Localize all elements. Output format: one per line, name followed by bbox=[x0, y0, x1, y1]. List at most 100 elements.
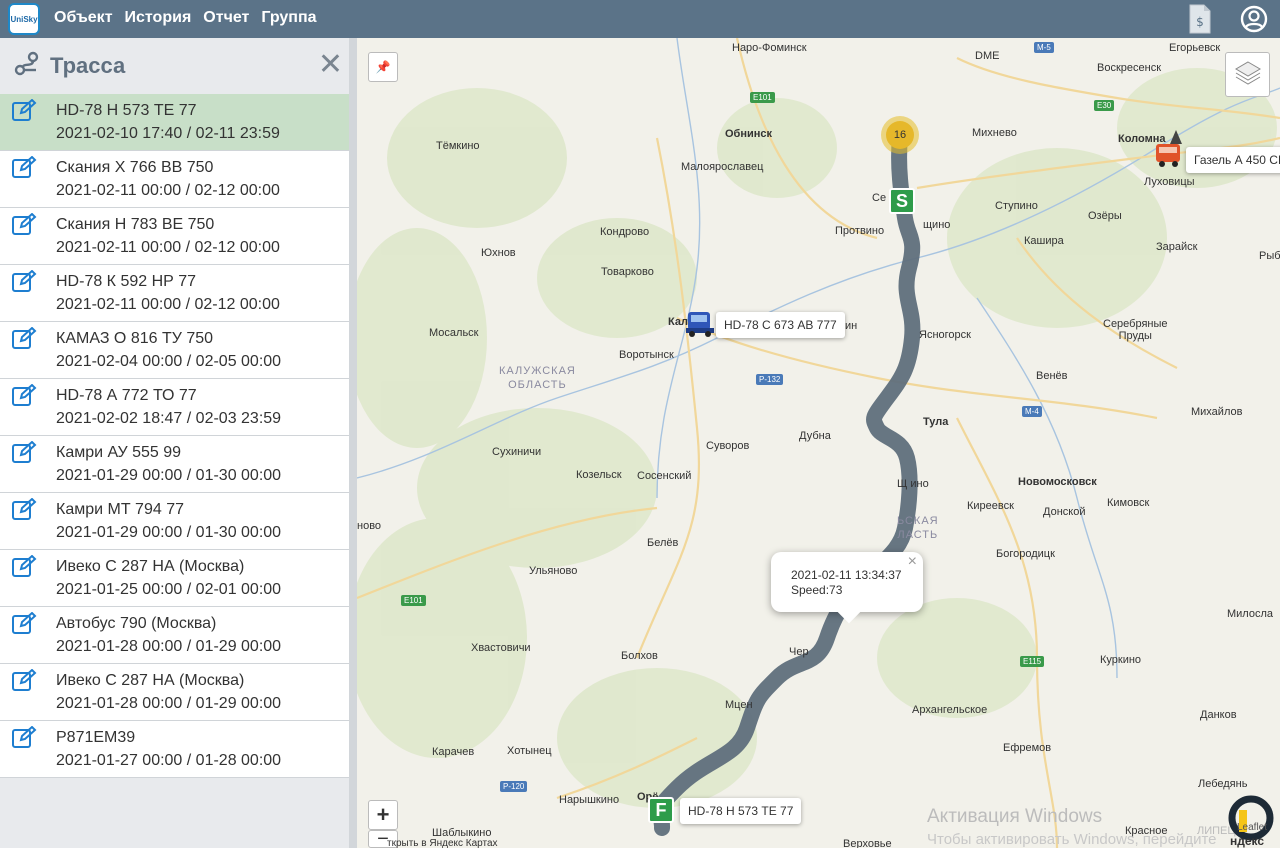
svg-text:$: $ bbox=[1196, 15, 1204, 29]
layers-button[interactable] bbox=[1225, 52, 1270, 97]
route-name: Камри МТ 794 77 bbox=[56, 501, 184, 518]
route-finish-marker[interactable]: F bbox=[648, 797, 674, 823]
popup-time: 2021-02-11 13:34:37 bbox=[791, 568, 902, 582]
city-label: Карачев bbox=[432, 746, 475, 758]
route-dates: 2021-02-10 17:40 / 02-11 23:59 bbox=[56, 125, 280, 142]
edit-icon[interactable] bbox=[12, 611, 38, 634]
vehicle-label: Газель А 450 СН bbox=[1186, 147, 1280, 173]
city-label: Кондрово bbox=[600, 226, 650, 238]
pin-button[interactable]: 📌 bbox=[368, 52, 398, 82]
region-label: ЬСКАЯ ЛАСТЬ bbox=[897, 515, 939, 541]
route-dates: 2021-02-11 00:00 / 02-12 00:00 bbox=[56, 239, 280, 256]
edit-icon[interactable] bbox=[12, 668, 38, 691]
truck-icon[interactable] bbox=[1154, 130, 1184, 175]
route-list-item[interactable]: HD-78 К 592 НР 77 2021-02-11 00:00 / 02-1… bbox=[0, 265, 349, 322]
route-list: HD-78 Н 573 ТЕ 77 2021-02-10 17:40 / 02-1… bbox=[0, 94, 349, 778]
edit-icon[interactable] bbox=[12, 98, 38, 121]
city-label: Архангельское bbox=[912, 704, 988, 716]
zoom-in-button[interactable]: + bbox=[368, 800, 398, 830]
city-label: Тула bbox=[923, 416, 949, 428]
route-name: Камри АУ 555 99 bbox=[56, 444, 182, 461]
truck-icon[interactable] bbox=[684, 310, 716, 343]
route-list-item[interactable]: КАМАЗ О 816 ТУ 750 2021-02-04 00:00 / 02-… bbox=[0, 322, 349, 379]
city-label: Новомосковск bbox=[1018, 476, 1097, 488]
city-label: Хотынец bbox=[507, 745, 552, 757]
route-name: Скания Х 766 ВВ 750 bbox=[56, 159, 214, 176]
edit-icon[interactable] bbox=[12, 440, 38, 463]
city-label: ново bbox=[357, 520, 382, 532]
nav-item-history[interactable]: История bbox=[125, 9, 192, 27]
city-label: щино bbox=[923, 219, 951, 231]
road-sign: E30 bbox=[1094, 100, 1115, 111]
app-logo[interactable]: UniSky bbox=[8, 3, 40, 35]
popup-close-icon[interactable]: × bbox=[908, 554, 917, 570]
route-name: Р871ЕМ39 bbox=[56, 729, 136, 746]
city-label: Зарайск bbox=[1156, 241, 1198, 253]
city-label: Рыб bbox=[1259, 250, 1280, 262]
route-list-item[interactable]: Скания Н 783 ВЕ 750 2021-02-11 00:00 / 02… bbox=[0, 208, 349, 265]
city-label: Серебряные Пруды bbox=[1103, 318, 1168, 342]
city-label: DME bbox=[975, 50, 1000, 62]
route-name: HD-78 А 772 ТО 77 bbox=[56, 387, 197, 404]
pin-icon: 📌 bbox=[375, 60, 391, 74]
city-label: Воротынск bbox=[619, 349, 674, 361]
route-dates: 2021-02-11 00:00 / 02-12 00:00 bbox=[56, 296, 280, 313]
route-dates: 2021-01-25 00:00 / 02-01 00:00 bbox=[56, 581, 282, 598]
route-list-item[interactable]: Камри МТ 794 77 2021-01-29 00:00 / 01-30 … bbox=[0, 493, 349, 550]
sidebar-header: Трасса ✕ bbox=[0, 38, 349, 94]
edit-icon[interactable] bbox=[12, 269, 38, 292]
edit-icon[interactable] bbox=[12, 497, 38, 520]
city-label: Хвастовичи bbox=[471, 642, 531, 654]
route-list-item[interactable]: Автобус 790 (Москва) 2021-01-28 00:00 / 0… bbox=[0, 607, 349, 664]
track-cluster-marker[interactable]: 16 bbox=[881, 116, 919, 154]
city-label: Сосенский bbox=[637, 470, 692, 482]
route-list-item[interactable]: Камри АУ 555 99 2021-01-29 00:00 / 01-30 … bbox=[0, 436, 349, 493]
route-list-item[interactable]: Р871ЕМ39 2021-01-27 00:00 / 01-28 00:00 bbox=[0, 721, 349, 778]
nav-item-object[interactable]: Объект bbox=[54, 9, 113, 27]
city-label: Озёры bbox=[1088, 210, 1122, 222]
city-label: Юхнов bbox=[481, 247, 516, 259]
map-view[interactable]: Наро-Фоминск DME Егорьевск Воскресенск О… bbox=[357, 38, 1280, 848]
leaflet-attribution[interactable]: Leaflet bbox=[1237, 822, 1267, 833]
close-icon[interactable]: ✕ bbox=[318, 50, 343, 80]
edit-icon[interactable] bbox=[12, 326, 38, 349]
city-label: Донской bbox=[1043, 506, 1086, 518]
nav-item-report[interactable]: Отчет bbox=[203, 9, 249, 27]
route-start-marker[interactable]: S bbox=[889, 188, 915, 214]
route-dates: 2021-01-28 00:00 / 01-29 00:00 bbox=[56, 638, 282, 655]
track-point-popup: × 2021-02-11 13:34:37 Speed:73 bbox=[771, 552, 923, 624]
road-sign: Р-120 bbox=[500, 781, 528, 792]
city-label: Болхов bbox=[621, 650, 658, 662]
route-list-item[interactable]: Ивеко С 287 НА (Москва) 2021-01-25 00:00 … bbox=[0, 550, 349, 607]
city-label: Тёмкино bbox=[436, 140, 480, 152]
city-label: Кашира bbox=[1024, 235, 1064, 247]
edit-icon[interactable] bbox=[12, 725, 38, 748]
route-name: КАМАЗ О 816 ТУ 750 bbox=[56, 330, 214, 347]
route-list-item[interactable]: HD-78 Н 573 ТЕ 77 2021-02-10 17:40 / 02-1… bbox=[0, 94, 349, 151]
city-label: Киреевск bbox=[967, 500, 1014, 512]
edit-icon[interactable] bbox=[12, 212, 38, 235]
city-label: Дубна bbox=[799, 430, 831, 442]
vehicle-label: HD-78 Н 573 ТЕ 77 bbox=[680, 798, 802, 824]
route-dates: 2021-01-28 00:00 / 01-29 00:00 bbox=[56, 695, 282, 712]
edit-icon[interactable] bbox=[12, 554, 38, 577]
road-sign: М-5 bbox=[1034, 42, 1054, 53]
windows-activation-watermark: Активация Windows bbox=[927, 806, 1103, 827]
user-account-icon[interactable] bbox=[1240, 5, 1268, 38]
route-name: Скания Н 783 ВЕ 750 bbox=[56, 216, 215, 233]
edit-icon[interactable] bbox=[12, 155, 38, 178]
city-label: Егорьевск bbox=[1169, 42, 1221, 54]
edit-icon[interactable] bbox=[12, 383, 38, 406]
route-list-item[interactable]: Скания Х 766 ВВ 750 2021-02-11 00:00 / 02… bbox=[0, 151, 349, 208]
layers-icon bbox=[1234, 59, 1262, 90]
city-label: Щ ино bbox=[897, 478, 929, 490]
route-dates: 2021-02-11 00:00 / 02-12 00:00 bbox=[56, 182, 280, 199]
nav-item-group[interactable]: Группа bbox=[261, 9, 316, 27]
billing-document-icon[interactable]: $ bbox=[1188, 4, 1212, 39]
city-label: Данков bbox=[1200, 709, 1237, 721]
city-label: Товарково bbox=[601, 266, 654, 278]
yandex-maps-link[interactable]: ткрыть в Яндекс Картах bbox=[387, 838, 498, 848]
route-list-item[interactable]: HD-78 А 772 ТО 77 2021-02-02 18:47 / 02-0… bbox=[0, 379, 349, 436]
route-list-item[interactable]: Ивеко С 287 НА (Москва) 2021-01-28 00:00 … bbox=[0, 664, 349, 721]
route-dates: 2021-01-29 00:00 / 01-30 00:00 bbox=[56, 467, 282, 484]
